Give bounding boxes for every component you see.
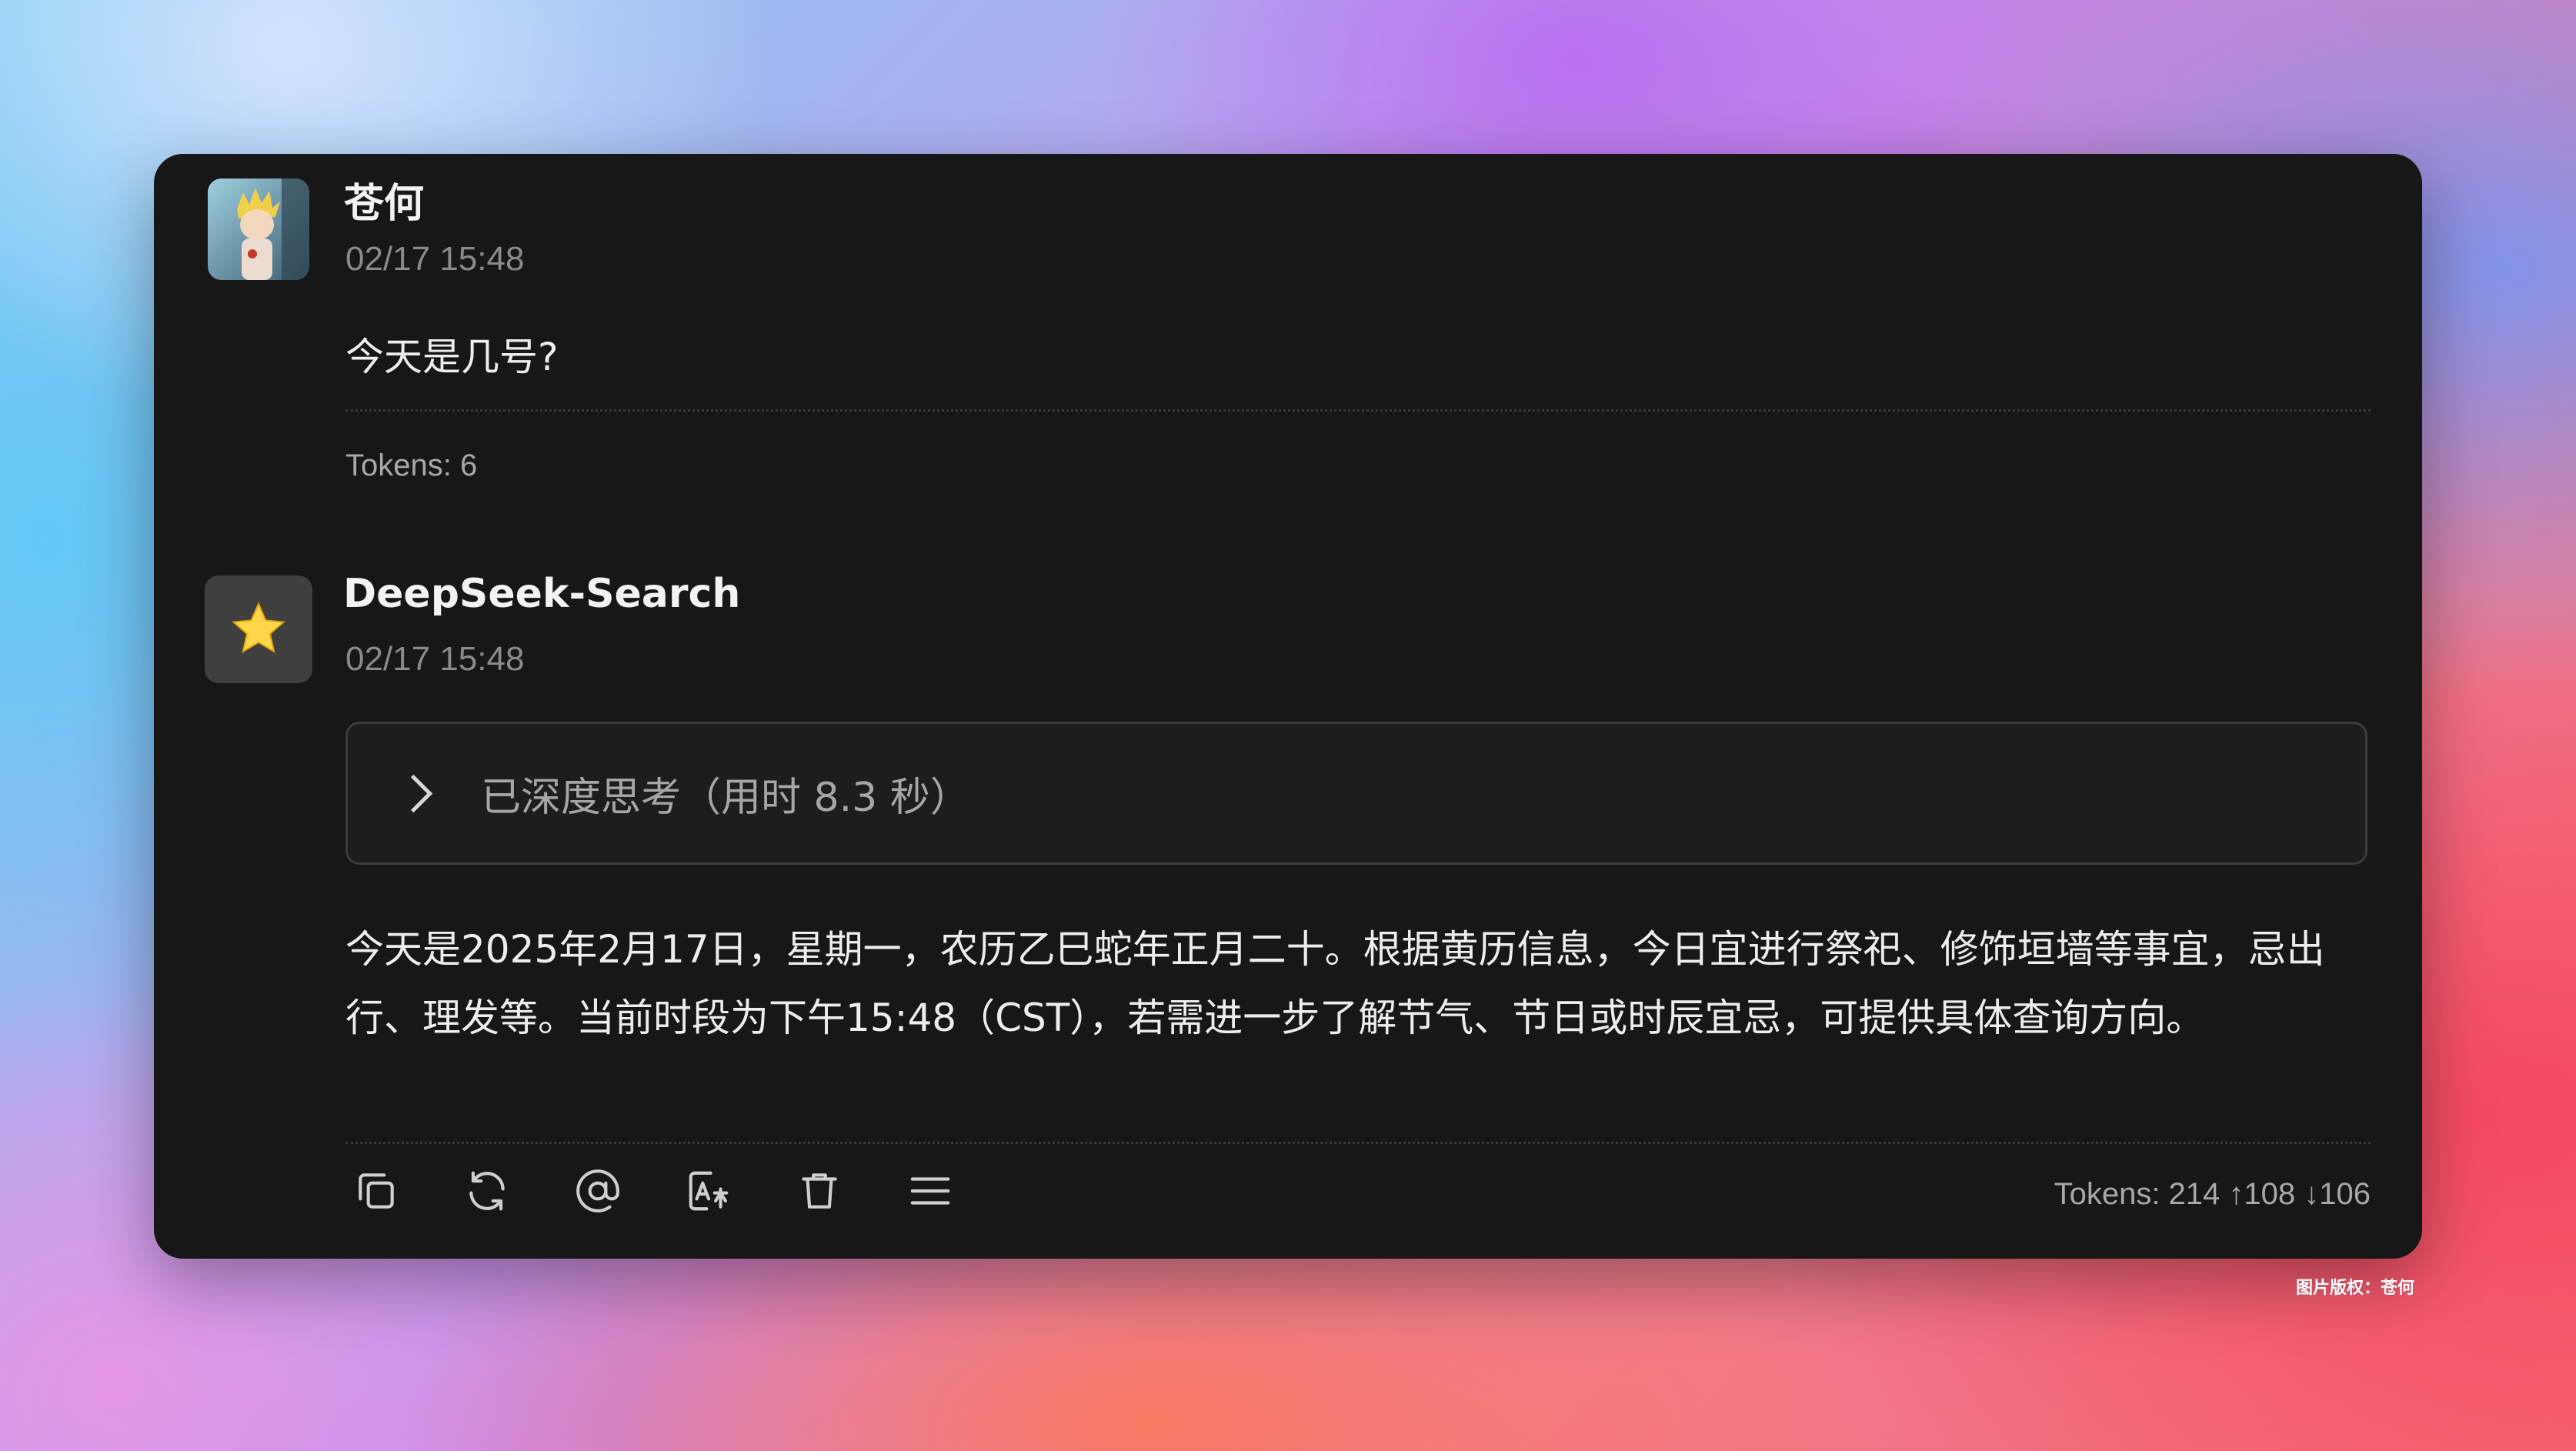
assistant-message-time: 02/17 15:48: [345, 640, 525, 678]
menu-icon: [910, 1177, 950, 1205]
user-message-divider: [345, 409, 2371, 412]
user-avatar[interactable]: [208, 178, 309, 280]
user-avatar-image: [208, 178, 309, 280]
page-background: { "messages": [ { "role": "user", "name"…: [0, 0, 2576, 1451]
chat-card: 苍何 02/17 15:48 今天是几号? Tokens: 6 DeepSeek…: [154, 154, 2422, 1259]
copy-button[interactable]: [352, 1163, 463, 1219]
image-credit: 图片版权：苍何: [2296, 1279, 2415, 1298]
user-message-time: 02/17 15:48: [345, 240, 525, 278]
assistant-token-count: Tokens: 214 ↑108 ↓106: [2054, 1177, 2371, 1211]
delete-button[interactable]: [796, 1163, 906, 1219]
copy-icon: [359, 1173, 394, 1209]
assistant-avatar[interactable]: [205, 575, 312, 683]
assistant-message-text: 今天是2025年2月17日，星期一，农历乙巳蛇年正月二十。根据黄历信息，今日宜进…: [345, 927, 2325, 1040]
assistant-message-divider: [345, 1142, 2371, 1144]
chevron-right-icon: [394, 774, 433, 812]
star-icon: [232, 602, 285, 653]
mention-icon: [576, 1169, 619, 1213]
assistant-name: DeepSeek-Search: [343, 571, 741, 617]
user-token-count: Tokens: 6: [345, 449, 478, 482]
message-action-toolbar: [352, 1163, 1017, 1219]
deep-thinking-label: 已深度思考（用时 8.3 秒）: [481, 774, 970, 821]
mention-button[interactable]: [574, 1163, 685, 1219]
deep-thinking-toggle[interactable]: 已深度思考（用时 8.3 秒）: [345, 722, 2367, 865]
regenerate-icon: [469, 1171, 505, 1211]
translate-button[interactable]: [685, 1163, 796, 1219]
user-message-text: 今天是几号?: [345, 335, 559, 379]
translate-icon: [689, 1171, 729, 1211]
delete-icon: [802, 1173, 837, 1209]
more-menu-button[interactable]: [906, 1163, 1017, 1219]
user-name: 苍何: [344, 181, 425, 227]
regenerate-button[interactable]: [463, 1163, 574, 1219]
